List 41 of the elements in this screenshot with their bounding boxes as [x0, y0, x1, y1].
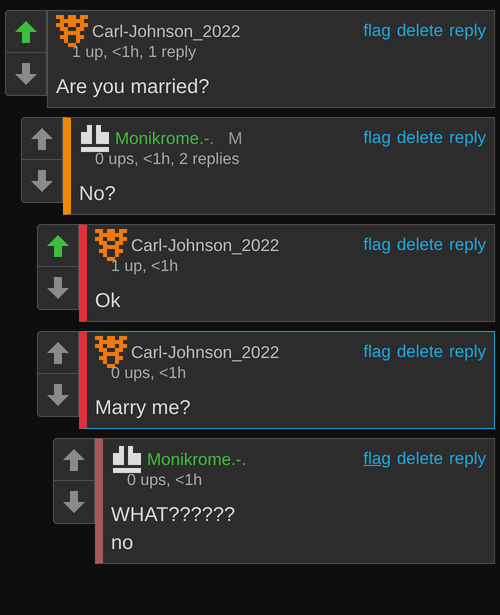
comment-text: Marry me?	[95, 396, 192, 421]
username-link[interactable]: Carl-Johnson_2022	[131, 233, 280, 258]
action-link[interactable]: reply	[449, 339, 486, 364]
comment-meta: 0 ups, <1h	[111, 364, 188, 384]
username-link[interactable]: Monikrome.-.	[147, 447, 246, 472]
comment-text: No?	[79, 182, 117, 207]
action-link[interactable]: delete	[396, 339, 444, 364]
down-arrow-icon	[46, 276, 70, 300]
down-arrow-icon	[14, 62, 38, 86]
comment-meta: 0 ups, <1h, 2 replies	[95, 150, 241, 170]
action-link[interactable]: reply	[449, 232, 486, 258]
action-link[interactable]: delete	[396, 446, 444, 472]
down-arrow-icon	[62, 490, 86, 514]
username-link[interactable]: Monikrome.-.	[115, 126, 214, 152]
action-link[interactable]: delete	[396, 18, 444, 44]
action-link[interactable]: delete	[396, 232, 444, 258]
action-link[interactable]: flag	[363, 339, 391, 364]
comment-meta: 1 up, <1h	[111, 257, 180, 277]
avatar-icon	[79, 122, 111, 154]
action-link[interactable]: flag	[363, 18, 391, 44]
down-arrow-icon	[46, 383, 70, 407]
avatar-icon	[95, 229, 127, 261]
comment-text: Are you married?	[56, 75, 210, 100]
avatar-icon	[95, 336, 127, 368]
comment-text: Ok	[95, 289, 122, 314]
avatar-icon	[111, 443, 143, 475]
action-link[interactable]: delete	[396, 125, 444, 150]
username-link[interactable]: Carl-Johnson_2022	[92, 19, 240, 44]
action-link[interactable]: reply	[449, 18, 486, 44]
action-link[interactable]: reply	[449, 125, 486, 150]
avatar-icon	[56, 15, 88, 47]
down-arrow-icon	[30, 169, 54, 193]
action-link[interactable]: reply	[449, 446, 486, 472]
comment-text: WHAT?????? no	[111, 503, 236, 556]
action-link[interactable]: flag	[363, 232, 391, 258]
comment-meta: 0 ups, <1h	[127, 471, 204, 491]
action-link[interactable]: flag	[363, 125, 391, 150]
comment-meta: 1 up, <1h, 1 reply	[72, 43, 198, 63]
user-flair-label: M	[228, 128, 242, 150]
action-link[interactable]: flag	[363, 446, 391, 472]
username-link[interactable]: Carl-Johnson_2022	[131, 340, 280, 366]
